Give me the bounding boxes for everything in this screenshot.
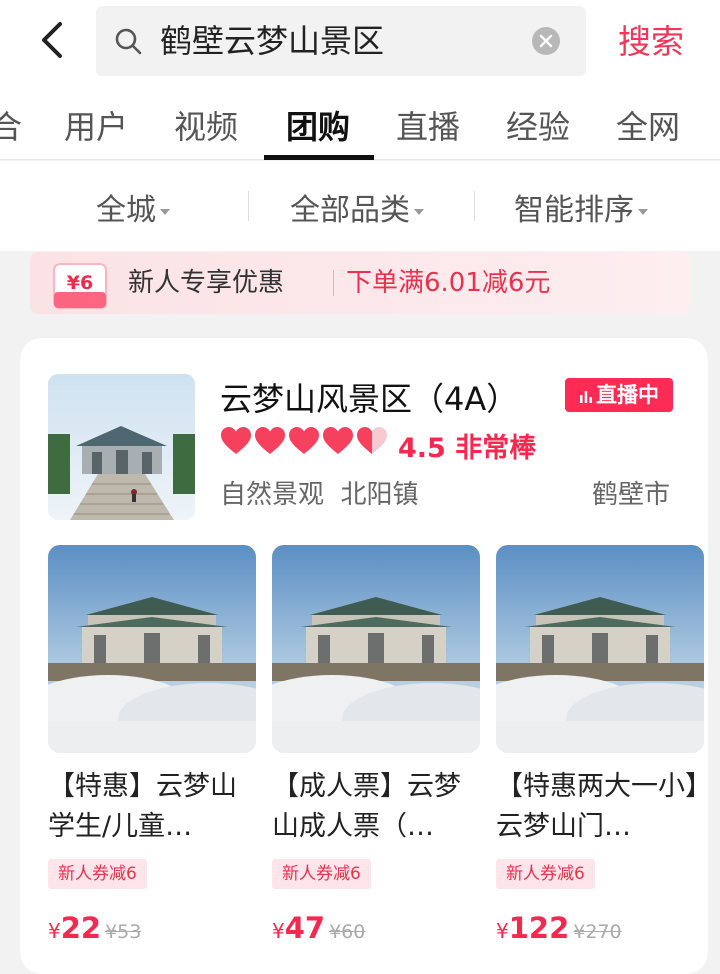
filter-city-label: 全城 <box>96 193 156 228</box>
shop-name[interactable]: 云梦山风景区（4A） <box>220 374 518 420</box>
live-bars-icon <box>580 391 592 403</box>
deal-image[interactable] <box>496 545 704 753</box>
heart-icon <box>288 426 320 456</box>
clear-icon[interactable] <box>532 27 560 55</box>
live-badge-label: 直播中 <box>596 383 659 407</box>
currency-symbol: ¥ <box>496 919 509 943</box>
filter-category[interactable]: 全部品类 <box>290 185 424 229</box>
deal-price: ¥22 ¥53 <box>48 911 256 945</box>
deal-coupon-tag: 新人券减6 <box>496 859 595 889</box>
deal-coupon-tag: 新人券减6 <box>272 859 371 889</box>
tab-all[interactable]: 合 <box>0 102 22 148</box>
search-input[interactable]: 鹤壁云梦山景区 <box>96 6 586 76</box>
shop-thumbnail[interactable] <box>48 374 195 520</box>
shop-city: 鹤壁市 <box>591 480 670 510</box>
deal-item[interactable]: 【特惠两大一小】云梦山门… 新人券减6 ¥122 ¥270 <box>496 545 704 945</box>
coupon-amount: ¥6 <box>67 272 93 294</box>
search-button[interactable]: 搜索 <box>618 0 684 84</box>
deal-image[interactable] <box>272 545 480 753</box>
price-current: 22 <box>60 911 102 945</box>
deal-price: ¥122 ¥270 <box>496 911 704 945</box>
back-arrow-icon[interactable] <box>32 18 76 62</box>
heart-icon <box>220 426 252 456</box>
filter-divider <box>474 191 475 221</box>
price-original: ¥53 <box>105 921 142 943</box>
new-user-coupon-banner[interactable]: ¥6 新人专享优惠 下单满6.01减6元 <box>30 252 690 314</box>
deal-title[interactable]: 【成人票】云梦山成人票（… <box>272 767 480 847</box>
filter-bar: 全城 全部品类 智能排序 <box>0 161 720 251</box>
deal-coupon-tag: 新人券减6 <box>48 859 147 889</box>
deal-price: ¥47 ¥60 <box>272 911 480 945</box>
search-header: 鹤壁云梦山景区 搜索 <box>0 0 720 84</box>
currency-symbol: ¥ <box>272 919 285 943</box>
live-badge[interactable]: 直播中 <box>565 378 673 412</box>
filter-sort[interactable]: 智能排序 <box>514 185 648 229</box>
filter-category-label: 全部品类 <box>290 193 410 228</box>
filter-divider <box>248 191 249 221</box>
shop-area: 北阳镇 <box>340 480 419 510</box>
deal-title[interactable]: 【特惠两大一小】云梦山门… <box>496 767 704 847</box>
banner-text: 新人专享优惠 <box>128 268 285 298</box>
caret-down-icon <box>414 208 424 215</box>
tab-experience[interactable]: 经验 <box>506 102 570 148</box>
heart-icon <box>322 426 354 456</box>
price-current: 122 <box>508 911 570 945</box>
tab-videos[interactable]: 视频 <box>174 102 238 148</box>
search-icon <box>114 27 142 55</box>
rating-score: 4.5 非常棒 <box>398 433 537 464</box>
search-query-text: 鹤壁云梦山景区 <box>160 22 385 60</box>
price-original: ¥270 <box>573 921 622 943</box>
shop-card[interactable]: 云梦山风景区（4A） 直播中 4.5 非常棒 自然景观 北阳镇 鹤壁市 【特惠】… <box>20 338 708 974</box>
deal-title[interactable]: 【特惠】云梦山学生/儿童… <box>48 767 256 847</box>
active-tab-indicator <box>264 155 374 160</box>
tab-group-buy[interactable]: 团购 <box>286 102 350 148</box>
heart-icon <box>254 426 286 456</box>
shop-category: 自然景观 <box>220 480 325 510</box>
banner-offer: 下单满6.01减6元 <box>346 268 551 298</box>
tab-users[interactable]: 用户 <box>64 102 128 148</box>
caret-down-icon <box>160 208 170 215</box>
banner-divider <box>333 270 334 296</box>
heart-half-icon <box>356 426 388 456</box>
deal-image[interactable] <box>48 545 256 753</box>
caret-down-icon <box>638 208 648 215</box>
shop-category-area: 自然景观 北阳镇 <box>220 474 419 511</box>
filter-city[interactable]: 全城 <box>96 185 170 229</box>
deal-item[interactable]: 【成人票】云梦山成人票（… 新人券减6 ¥47 ¥60 <box>272 545 480 945</box>
filter-sort-label: 智能排序 <box>514 193 634 228</box>
tab-web[interactable]: 全网 <box>616 102 680 148</box>
deal-item[interactable]: 【特惠】云梦山学生/儿童… 新人券减6 ¥22 ¥53 <box>48 545 256 945</box>
price-current: 47 <box>284 911 326 945</box>
currency-symbol: ¥ <box>48 919 61 943</box>
price-original: ¥60 <box>329 921 366 943</box>
search-tabs: 合 用户 视频 团购 直播 经验 全网 <box>0 84 720 160</box>
coupon-icon: ¥6 <box>52 262 108 310</box>
tab-live[interactable]: 直播 <box>396 102 460 148</box>
